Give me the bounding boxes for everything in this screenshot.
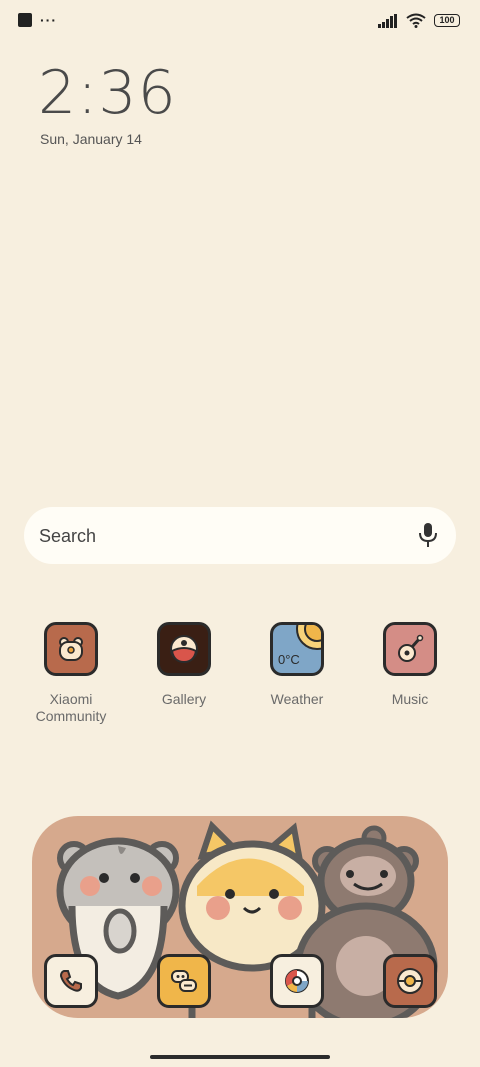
messages-icon[interactable]	[157, 954, 211, 1008]
app-weather[interactable]: 0°C Weather	[247, 622, 347, 708]
camera-icon[interactable]	[383, 954, 437, 1008]
weather-temp: 0°C	[278, 652, 300, 667]
battery-icon: 100	[434, 14, 460, 27]
app-label: Music	[391, 691, 429, 707]
browser-icon[interactable]	[270, 954, 324, 1008]
status-left: ···	[18, 13, 57, 27]
search-label: Search	[39, 526, 97, 546]
home-indicator[interactable]	[150, 1055, 330, 1059]
more-dots-icon: ···	[40, 12, 57, 28]
app-label: Xiaomi Community	[35, 691, 107, 724]
app-label: Weather	[270, 691, 324, 707]
app-label: Gallery	[161, 691, 207, 707]
xiaomi-community-icon	[44, 622, 98, 676]
app-xiaomi-community[interactable]: Xiaomi Community	[21, 622, 121, 725]
phone-icon[interactable]	[44, 954, 98, 1008]
mic-icon[interactable]	[418, 522, 438, 548]
signal-icon	[378, 13, 397, 28]
app-music[interactable]: Music	[360, 622, 460, 708]
square-notification-icon	[18, 13, 32, 27]
clock-date[interactable]: Sun, January 14	[40, 131, 142, 147]
clock-time[interactable]: 2:36	[38, 58, 177, 128]
status-right: 100	[378, 13, 460, 28]
status-bar: ··· 100	[0, 0, 480, 44]
app-gallery[interactable]: Gallery	[134, 622, 234, 708]
wifi-icon	[406, 13, 426, 28]
search-bar[interactable]: Search	[24, 507, 456, 564]
music-icon	[383, 622, 437, 676]
weather-icon: 0°C	[270, 622, 324, 676]
gallery-icon	[157, 622, 211, 676]
